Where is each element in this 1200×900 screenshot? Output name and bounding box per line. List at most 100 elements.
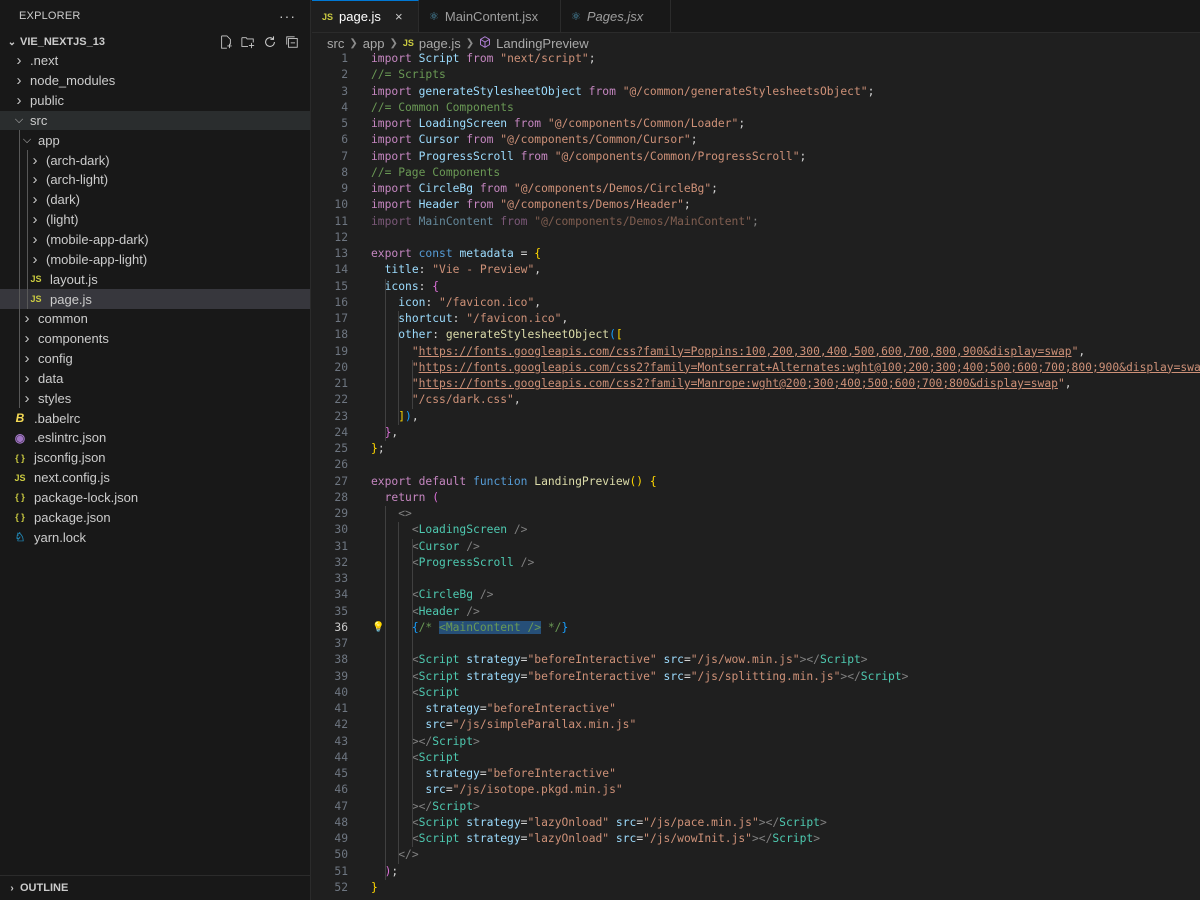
tree-folder[interactable]: › node_modules bbox=[0, 71, 310, 91]
code-line[interactable]: 45 strategy="beforeInteractive" bbox=[312, 766, 1200, 782]
code-line[interactable]: 51 ); bbox=[312, 864, 1200, 880]
code-line[interactable]: 35 <Header /> bbox=[312, 604, 1200, 620]
code-token: ></ bbox=[799, 653, 820, 667]
tree-file[interactable]: { } jsconfig.json bbox=[0, 448, 310, 468]
line-number: 25 bbox=[334, 442, 348, 455]
code-line[interactable]: 3 import generateStylesheetObject from "@… bbox=[312, 84, 1200, 100]
code-line[interactable]: 49 <Script strategy="lazyOnload" src="/j… bbox=[312, 831, 1200, 847]
code-line[interactable]: 2 //= Scripts bbox=[312, 67, 1200, 83]
code-line[interactable]: 29 <> bbox=[312, 506, 1200, 522]
code-line[interactable]: 4 //= Common Components bbox=[312, 100, 1200, 116]
refresh-icon[interactable] bbox=[262, 34, 278, 50]
breadcrumb-symbol[interactable]: LandingPreview bbox=[496, 36, 589, 51]
breadcrumb-src[interactable]: src bbox=[327, 36, 344, 51]
tree-folder[interactable]: › (mobile-app-light) bbox=[0, 249, 310, 270]
code-line[interactable]: 26 bbox=[312, 457, 1200, 473]
code-line[interactable]: 48 <Script strategy="lazyOnload" src="/j… bbox=[312, 815, 1200, 831]
code-line[interactable]: 17 shortcut: "/favicon.ico", bbox=[312, 311, 1200, 327]
tree-folder[interactable]: › styles bbox=[0, 388, 310, 409]
tab-maincontent-jsx[interactable]: ⚛ MainContent.jsx bbox=[419, 0, 561, 32]
code-line[interactable]: 22 "/css/dark.css", bbox=[312, 392, 1200, 408]
project-root[interactable]: ⌄ VIE_NEXTJS_13 bbox=[0, 32, 310, 52]
tree-folder[interactable]: › (dark) bbox=[0, 189, 310, 210]
code-line[interactable]: 33 bbox=[312, 571, 1200, 587]
breadcrumb-app[interactable]: app bbox=[363, 36, 385, 51]
tree-item-label: page.js bbox=[50, 291, 92, 307]
tree-file[interactable]: JS next.config.js bbox=[0, 468, 310, 488]
code-line[interactable]: 16 icon: "/favicon.ico", bbox=[312, 295, 1200, 311]
code-view[interactable]: 1 import Script from "next/script"; 2 //= S… bbox=[312, 51, 1200, 896]
code-line[interactable]: 34 <CircleBg /> bbox=[312, 587, 1200, 603]
code-line[interactable]: 10 import Header from "@/components/Demos… bbox=[312, 197, 1200, 213]
tree-folder[interactable]: › (mobile-app-dark) bbox=[0, 229, 310, 250]
code-line[interactable]: 23 ]), bbox=[312, 409, 1200, 425]
code-line[interactable]: 52} bbox=[312, 880, 1200, 896]
code-line[interactable]: 15 icons: { bbox=[312, 279, 1200, 295]
code-line[interactable]: 42 src="/js/simpleParallax.min.js" bbox=[312, 717, 1200, 733]
tree-folder[interactable]: › .next bbox=[0, 51, 310, 71]
close-icon[interactable]: × bbox=[395, 9, 403, 24]
code-line[interactable]: 47 ></Script> bbox=[312, 799, 1200, 815]
code-line[interactable]: 40 <Script bbox=[312, 685, 1200, 701]
tab-pages-jsx[interactable]: ⚛ Pages.jsx bbox=[561, 0, 671, 32]
tree-file[interactable]: B .babelrc bbox=[0, 408, 310, 428]
more-actions-icon[interactable]: ··· bbox=[279, 8, 296, 24]
tree-folder[interactable]: ⌵ src bbox=[0, 110, 310, 131]
tree-file[interactable]: ◉ .eslintrc.json bbox=[0, 428, 310, 448]
code-line[interactable]: 50 </> bbox=[312, 847, 1200, 863]
tree-file[interactable]: { } package.json bbox=[0, 507, 310, 527]
code-line[interactable]: 32 <ProgressScroll /> bbox=[312, 555, 1200, 571]
tree-file[interactable]: JS layout.js bbox=[0, 269, 310, 290]
tree-file[interactable]: ♘ yarn.lock bbox=[0, 527, 310, 547]
tree-folder[interactable]: › (arch-dark) bbox=[0, 150, 310, 171]
tree-file[interactable]: JS page.js bbox=[0, 289, 310, 309]
code-line[interactable]: 39 <Script strategy="beforeInteractive" … bbox=[312, 669, 1200, 685]
code-line[interactable]: 13 export const metadata = { bbox=[312, 246, 1200, 262]
code-line[interactable]: 28 return ( bbox=[312, 490, 1200, 506]
code-line[interactable]: 25}; bbox=[312, 441, 1200, 457]
code-line[interactable]: 19 "https://fonts.googleapis.com/css?fam… bbox=[312, 344, 1200, 360]
tree-folder[interactable]: › data bbox=[0, 368, 310, 389]
outline-section[interactable]: › OUTLINE bbox=[0, 875, 310, 900]
code-line[interactable]: 37 bbox=[312, 636, 1200, 652]
indent-guide bbox=[27, 150, 28, 171]
file-tree: › .next › node_modules › public ⌵ src ⌵ app › (arch… bbox=[0, 51, 310, 547]
breadcrumb-file[interactable]: page.js bbox=[419, 36, 461, 51]
tree-file[interactable]: { } package-lock.json bbox=[0, 488, 310, 508]
tree-folder[interactable]: ⌵ app bbox=[0, 130, 310, 151]
code-line[interactable]: 36 💡 {/* <MainContent /> */} bbox=[312, 620, 1200, 636]
code-line[interactable]: 8 //= Page Components bbox=[312, 165, 1200, 181]
new-folder-icon[interactable] bbox=[240, 34, 256, 50]
tree-folder[interactable]: › (light) bbox=[0, 209, 310, 230]
code-line[interactable]: 1 import Script from "next/script"; bbox=[312, 51, 1200, 67]
code-line[interactable]: 14 title: "Vie - Preview", bbox=[312, 262, 1200, 278]
tree-folder[interactable]: › config bbox=[0, 348, 310, 369]
code-line[interactable]: 6 import Cursor from "@/components/Common… bbox=[312, 132, 1200, 148]
code-line[interactable]: 38 <Script strategy="beforeInteractive" … bbox=[312, 652, 1200, 668]
tree-folder[interactable]: › public bbox=[0, 91, 310, 111]
tree-folder[interactable]: › common bbox=[0, 308, 310, 329]
code-line[interactable]: 43 ></Script> bbox=[312, 734, 1200, 750]
new-file-icon[interactable] bbox=[218, 34, 234, 50]
code-line[interactable]: 12 bbox=[312, 230, 1200, 246]
code-line[interactable]: 30 <LoadingScreen /> bbox=[312, 522, 1200, 538]
tab-page-js[interactable]: JS page.js × bbox=[312, 0, 419, 32]
code-line[interactable]: 9 import CircleBg from "@/components/Demo… bbox=[312, 181, 1200, 197]
code-line[interactable]: 7 import ProgressScroll from "@/component… bbox=[312, 149, 1200, 165]
code-line[interactable]: 11 import MainContent from "@/components/… bbox=[312, 214, 1200, 230]
code-line[interactable]: 46 src="/js/isotope.pkgd.min.js" bbox=[312, 782, 1200, 798]
tree-item-label: package-lock.json bbox=[34, 489, 139, 505]
code-line[interactable]: 21 "https://fonts.googleapis.com/css2?fa… bbox=[312, 376, 1200, 392]
code-line[interactable]: 31 <Cursor /> bbox=[312, 539, 1200, 555]
code-line[interactable]: 18 other: generateStylesheetObject([ bbox=[312, 327, 1200, 343]
code-line[interactable]: 24 }, bbox=[312, 425, 1200, 441]
code-line[interactable]: 27 export default function LandingPreview… bbox=[312, 474, 1200, 490]
tree-folder[interactable]: › components bbox=[0, 328, 310, 349]
code-line[interactable]: 5 import LoadingScreen from "@/components… bbox=[312, 116, 1200, 132]
tree-folder[interactable]: › (arch-light) bbox=[0, 170, 310, 190]
code-line[interactable]: 41 strategy="beforeInteractive" bbox=[312, 701, 1200, 717]
js-file-icon: JS bbox=[322, 11, 334, 22]
code-line[interactable]: 20 "https://fonts.googleapis.com/css2?fa… bbox=[312, 360, 1200, 376]
code-line[interactable]: 44 <Script bbox=[312, 750, 1200, 766]
collapse-all-icon[interactable] bbox=[284, 34, 300, 50]
